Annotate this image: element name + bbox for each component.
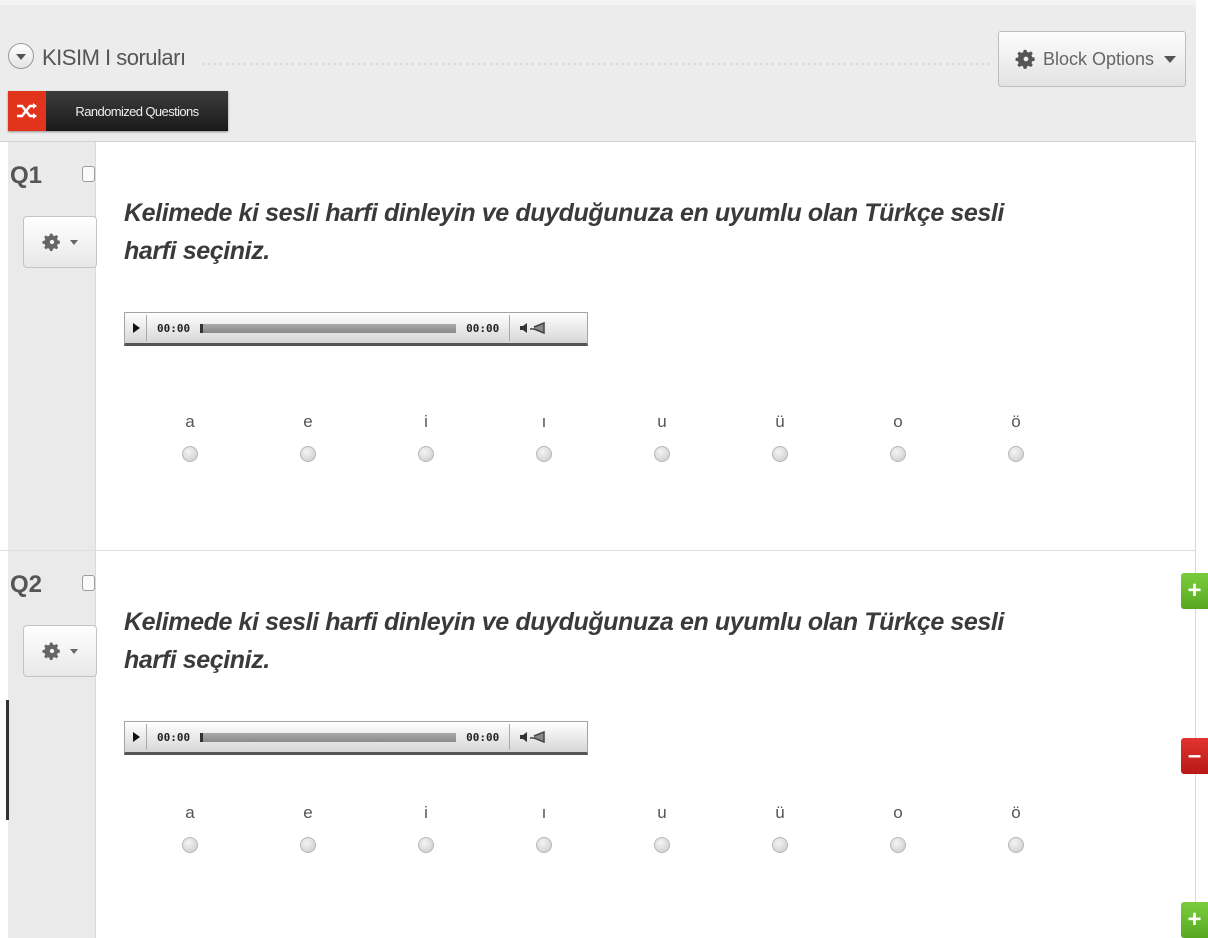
gear-icon <box>42 233 60 251</box>
question-number: Q2 <box>10 571 43 598</box>
radio-button[interactable] <box>536 446 552 462</box>
add-question-button[interactable]: + <box>1181 902 1208 938</box>
play-icon[interactable] <box>133 732 140 742</box>
choice-label: ı <box>541 412 547 431</box>
radio-button[interactable] <box>300 446 316 462</box>
chevron-down-icon <box>70 239 78 245</box>
survey-block: KISIM I soruları Block Options Randomize… <box>0 0 1196 938</box>
radio-button[interactable] <box>890 837 906 853</box>
choice-u[interactable]: u <box>642 803 682 858</box>
question-settings-button[interactable] <box>23 216 97 268</box>
shuffle-icon <box>8 91 46 131</box>
play-icon[interactable] <box>133 323 140 333</box>
question-sidebar: Q1 <box>8 142 97 550</box>
radio-button[interactable] <box>182 837 198 853</box>
audio-current-time: 00:00 <box>157 730 191 744</box>
radio-button[interactable] <box>1008 837 1024 853</box>
volume-icon[interactable] <box>520 321 546 335</box>
audio-progress-track[interactable] <box>200 323 457 333</box>
choice-o-umlaut[interactable]: ö <box>996 412 1036 467</box>
chevron-down-icon <box>70 648 78 654</box>
choice-e[interactable]: e <box>288 412 328 467</box>
chevron-down-icon <box>1164 55 1177 63</box>
choice-label: ö <box>1011 412 1021 431</box>
question-select-checkbox[interactable] <box>82 166 95 182</box>
audio-player[interactable]: 00:00 00:00 <box>124 721 588 755</box>
choice-a[interactable]: a <box>170 803 210 858</box>
minus-icon: – <box>1187 742 1202 769</box>
add-question-button[interactable]: + <box>1181 573 1208 609</box>
choice-dotless-i[interactable]: ı <box>524 803 564 858</box>
choice-label: a <box>185 803 195 822</box>
radio-button[interactable] <box>654 837 670 853</box>
radio-button[interactable] <box>654 446 670 462</box>
remove-question-button[interactable]: – <box>1181 738 1208 774</box>
question-q2[interactable]: Q2 Kelimede ki sesli harfi dinleyin ve d… <box>0 551 1196 938</box>
choice-label: a <box>185 412 195 431</box>
drag-handle[interactable] <box>6 700 9 820</box>
choice-a[interactable]: a <box>170 412 210 467</box>
title-divider <box>200 61 990 69</box>
choice-u-umlaut[interactable]: ü <box>760 412 800 467</box>
radio-button[interactable] <box>772 837 788 853</box>
choice-dotless-i[interactable]: ı <box>524 412 564 467</box>
radio-button[interactable] <box>418 446 434 462</box>
radio-button[interactable] <box>182 446 198 462</box>
radio-button[interactable] <box>890 446 906 462</box>
question-number: Q1 <box>10 162 43 189</box>
choice-i[interactable]: i <box>406 803 446 858</box>
question-text[interactable]: Kelimede ki sesli harfi dinleyin ve duyd… <box>124 603 1044 679</box>
radio-button[interactable] <box>1008 446 1024 462</box>
block-title[interactable]: KISIM I soruları <box>42 45 186 71</box>
radio-button[interactable] <box>772 446 788 462</box>
audio-progress-track[interactable] <box>200 732 457 742</box>
choice-u-umlaut[interactable]: ü <box>760 803 800 858</box>
choice-label: ü <box>775 803 785 822</box>
answer-choices: a e i ı u ü o ö <box>130 803 1090 863</box>
randomized-questions-badge[interactable]: Randomized Questions <box>8 91 228 131</box>
gear-icon <box>1015 48 1037 70</box>
choice-label: u <box>657 803 667 822</box>
block-header: KISIM I soruları Block Options Randomize… <box>0 0 1196 142</box>
randomized-questions-label: Randomized Questions <box>46 91 228 131</box>
question-sidebar: Q2 <box>8 551 97 938</box>
choice-label: ı <box>541 803 547 822</box>
question-select-checkbox[interactable] <box>82 575 95 591</box>
choice-label: u <box>657 412 667 431</box>
choice-label: o <box>893 412 903 431</box>
choice-label: o <box>893 803 903 822</box>
choice-label: i <box>424 412 428 431</box>
radio-button[interactable] <box>418 837 434 853</box>
audio-current-time: 00:00 <box>157 321 191 335</box>
audio-duration: 00:00 <box>466 321 500 335</box>
plus-icon: + <box>1187 577 1202 604</box>
question-q1[interactable]: Q1 Kelimede ki sesli harfi dinleyin ve d… <box>0 142 1196 551</box>
choice-o-umlaut[interactable]: ö <box>996 803 1036 858</box>
choice-label: ö <box>1011 803 1021 822</box>
choice-o[interactable]: o <box>878 803 918 858</box>
choice-o[interactable]: o <box>878 412 918 467</box>
answer-choices: a e i ı u ü o ö <box>130 412 1090 472</box>
choice-label: i <box>424 803 428 822</box>
gear-icon <box>42 642 60 660</box>
radio-button[interactable] <box>536 837 552 853</box>
audio-duration: 00:00 <box>466 730 500 744</box>
choice-i[interactable]: i <box>406 412 446 467</box>
choice-label: ü <box>775 412 785 431</box>
choice-label: e <box>303 412 313 431</box>
plus-icon: + <box>1187 906 1202 933</box>
question-text[interactable]: Kelimede ki sesli harfi dinleyin ve duyd… <box>124 194 1044 270</box>
volume-icon[interactable] <box>520 730 546 744</box>
audio-player[interactable]: 00:00 00:00 <box>124 312 588 346</box>
collapse-block-button[interactable] <box>8 43 34 69</box>
radio-button[interactable] <box>300 837 316 853</box>
choice-u[interactable]: u <box>642 412 682 467</box>
block-options-label: Block Options <box>1043 48 1155 69</box>
question-settings-button[interactable] <box>23 625 97 677</box>
choice-label: e <box>303 803 313 822</box>
choice-e[interactable]: e <box>288 803 328 858</box>
block-options-button[interactable]: Block Options <box>998 31 1186 87</box>
